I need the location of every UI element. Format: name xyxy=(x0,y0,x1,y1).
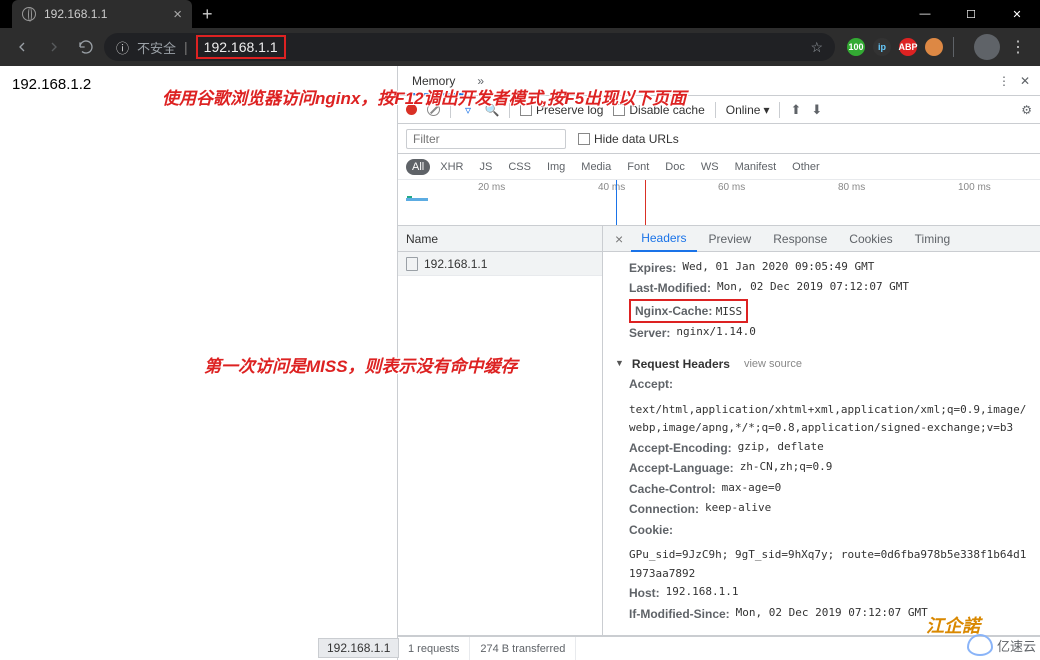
filter-type-doc[interactable]: Doc xyxy=(659,159,691,175)
tab-cookies[interactable]: Cookies xyxy=(839,227,902,251)
minimize-button[interactable]: — xyxy=(902,0,948,28)
disable-cache-checkbox[interactable]: Disable cache xyxy=(613,103,704,117)
timeline-bar xyxy=(407,196,412,198)
request-row[interactable]: 192.168.1.1 xyxy=(398,252,602,276)
info-icon: ⓘ xyxy=(116,38,129,57)
ext-icon-1[interactable]: 100 xyxy=(847,38,865,56)
forward-button[interactable] xyxy=(40,33,68,61)
watermark: 亿速云 xyxy=(967,634,1036,656)
close-detail-icon[interactable]: × xyxy=(609,231,629,247)
window-controls: — ☐ ✕ xyxy=(902,0,1040,28)
filter-type-media[interactable]: Media xyxy=(575,159,617,175)
hide-data-urls-checkbox[interactable]: Hide data URLs xyxy=(578,132,679,146)
filter-type-other[interactable]: Other xyxy=(786,159,826,175)
filter-type-all[interactable]: All xyxy=(406,159,430,175)
devtools-panel: Memory » ⋮ ✕ ▿ 🔍 Preserve log Disable ca… xyxy=(397,66,1040,660)
network-toolbar: ▿ 🔍 Preserve log Disable cache Online▾ ⬆… xyxy=(398,96,1040,124)
ext-icon-abp[interactable]: ABP xyxy=(899,38,917,56)
document-icon xyxy=(406,257,418,271)
timeline-bar xyxy=(406,198,428,201)
separator xyxy=(779,102,780,118)
tab-memory[interactable]: Memory xyxy=(402,67,465,95)
request-headers-section[interactable]: ▼ Request Headers view source xyxy=(615,354,1028,374)
filter-type-row: All XHR JS CSS Img Media Font Doc WS Man… xyxy=(398,154,1040,180)
name-column-header[interactable]: Name xyxy=(398,226,602,252)
settings-icon[interactable]: ⚙ xyxy=(1021,103,1032,117)
back-button[interactable] xyxy=(8,33,36,61)
separator xyxy=(715,102,716,118)
detail-tabs: × Headers Preview Response Cookies Timin… xyxy=(603,226,1040,252)
tab-title: 192.168.1.1 xyxy=(44,7,107,21)
tab-more[interactable]: » xyxy=(467,67,494,95)
bookmark-icon[interactable]: ☆ xyxy=(810,39,823,56)
close-tab-icon[interactable]: × xyxy=(173,7,182,22)
extensions: 100 ip ABP xyxy=(847,38,943,56)
status-transferred: 274 B transferred xyxy=(470,637,576,660)
detail-panel: × Headers Preview Response Cookies Timin… xyxy=(603,226,1040,635)
tab-response[interactable]: Response xyxy=(763,227,837,251)
filter-type-ws[interactable]: WS xyxy=(695,159,725,175)
record-icon[interactable] xyxy=(406,104,417,115)
filter-type-manifest[interactable]: Manifest xyxy=(729,159,783,175)
network-status-bar: 1 requests 274 B transferred xyxy=(398,636,1040,660)
filter-row: Hide data URLs xyxy=(398,124,1040,154)
filter-type-img[interactable]: Img xyxy=(541,159,571,175)
page-body-text: 192.168.1.2 xyxy=(12,76,91,93)
hover-url: 192.168.1.1 xyxy=(318,638,399,658)
preserve-log-checkbox[interactable]: Preserve log xyxy=(520,103,603,117)
tab-headers[interactable]: Headers xyxy=(631,226,696,252)
kebab-menu-icon[interactable]: ⋮ xyxy=(998,74,1010,88)
search-icon[interactable]: 🔍 xyxy=(485,103,499,117)
separator xyxy=(509,102,510,118)
tick: 20 ms xyxy=(478,182,505,193)
filter-icon[interactable]: ▿ xyxy=(461,103,475,117)
download-icon[interactable]: ⬇ xyxy=(811,102,822,118)
filter-type-js[interactable]: JS xyxy=(473,159,498,175)
content-area: 192.168.1.2 Memory » ⋮ ✕ ▿ 🔍 Preserve lo… xyxy=(0,66,1040,660)
devtools-tabs: Memory » ⋮ ✕ xyxy=(398,66,1040,96)
page-viewport: 192.168.1.2 xyxy=(0,66,397,660)
tick: 80 ms xyxy=(838,182,865,193)
tick: 40 ms xyxy=(598,182,625,193)
separator xyxy=(953,37,954,57)
status-requests: 1 requests xyxy=(398,637,470,660)
headers-content[interactable]: Expires:Wed, 01 Jan 2020 09:05:49 GMT La… xyxy=(603,252,1040,635)
network-body: Name 192.168.1.1 × Headers Preview Respo… xyxy=(398,226,1040,636)
tab-timing[interactable]: Timing xyxy=(905,227,961,251)
close-window-button[interactable]: ✕ xyxy=(994,0,1040,28)
maximize-button[interactable]: ☐ xyxy=(948,0,994,28)
filter-type-css[interactable]: CSS xyxy=(502,159,537,175)
filter-type-font[interactable]: Font xyxy=(621,159,655,175)
load-line xyxy=(645,180,646,225)
browser-tab[interactable]: 192.168.1.1 × xyxy=(12,0,192,28)
upload-icon[interactable]: ⬆ xyxy=(790,102,801,118)
request-name: 192.168.1.1 xyxy=(424,257,487,271)
ext-icon-ip[interactable]: ip xyxy=(873,38,891,56)
url-text: 192.168.1.1 xyxy=(196,35,286,59)
address-bar: ⓘ 不安全 | 192.168.1.1 ☆ 100 ip ABP ⋮ xyxy=(0,28,1040,66)
globe-icon xyxy=(22,7,36,21)
window-title-bar: 192.168.1.1 × + — ☐ ✕ xyxy=(0,0,1040,28)
insecure-label: 不安全 xyxy=(137,38,176,57)
tick: 60 ms xyxy=(718,182,745,193)
profile-avatar[interactable] xyxy=(974,34,1000,60)
domready-line xyxy=(616,180,617,225)
cloud-icon xyxy=(967,634,993,656)
clear-icon[interactable] xyxy=(427,103,440,116)
filter-type-xhr[interactable]: XHR xyxy=(434,159,469,175)
name-column: Name 192.168.1.1 xyxy=(398,226,603,635)
address-input[interactable]: ⓘ 不安全 | 192.168.1.1 ☆ xyxy=(104,33,835,61)
waterfall-timeline[interactable]: 20 ms 40 ms 60 ms 80 ms 100 ms xyxy=(398,180,1040,226)
devtools-close-icon[interactable]: ✕ xyxy=(1020,74,1030,88)
separator xyxy=(450,102,451,118)
throttling-select[interactable]: Online▾ xyxy=(726,103,770,117)
ext-icon-4[interactable] xyxy=(925,38,943,56)
tick: 100 ms xyxy=(958,182,991,193)
reload-button[interactable] xyxy=(72,33,100,61)
filter-input[interactable] xyxy=(406,129,566,149)
new-tab-button[interactable]: + xyxy=(192,0,223,28)
menu-button[interactable]: ⋮ xyxy=(1004,33,1032,61)
tab-preview[interactable]: Preview xyxy=(699,227,762,251)
